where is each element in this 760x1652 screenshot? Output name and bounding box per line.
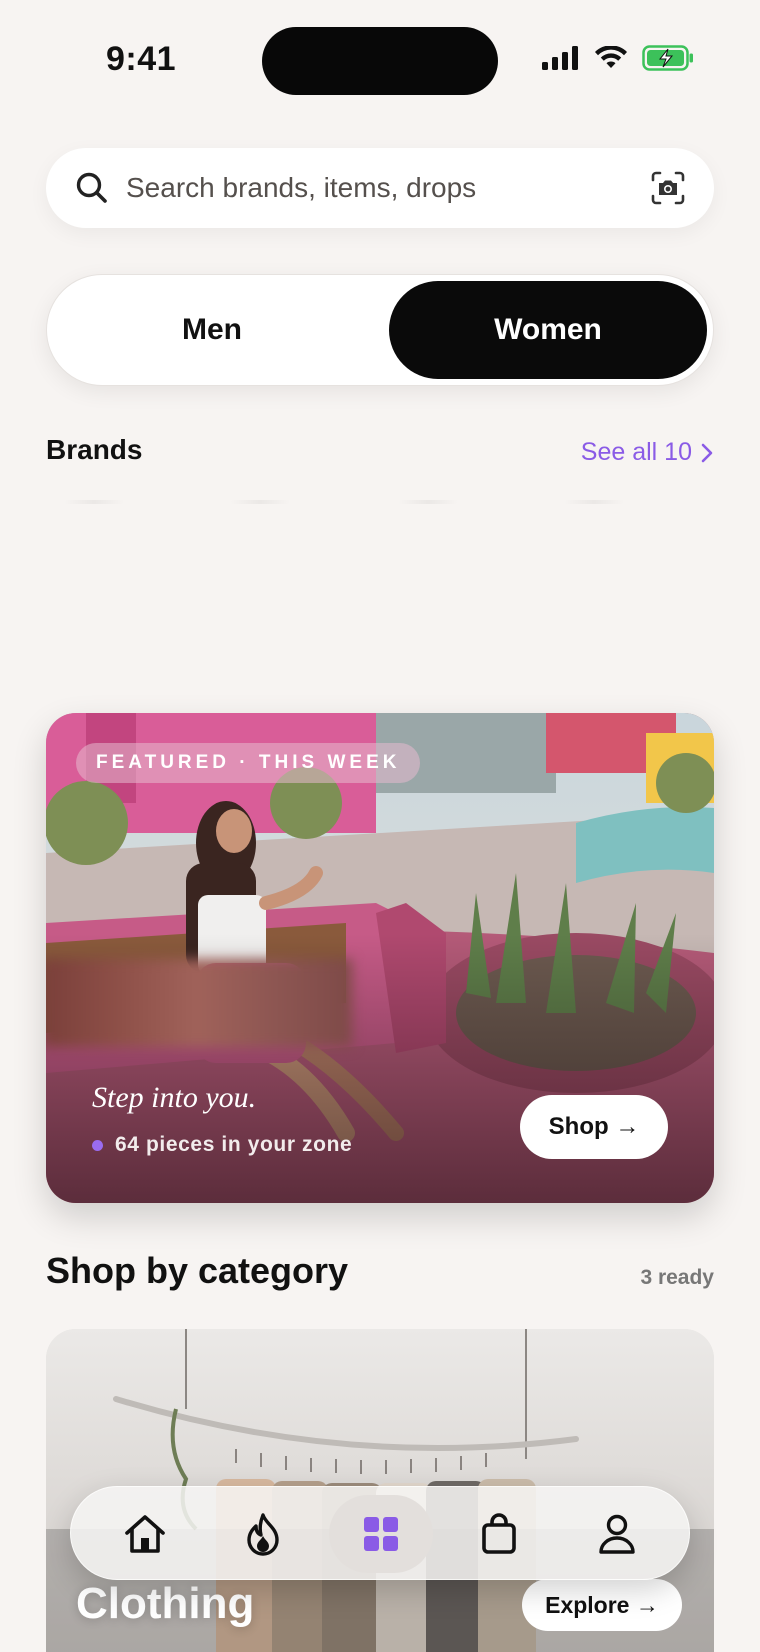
category-heading: Shop by category <box>46 1250 349 1291</box>
status-bar: 9:41 <box>0 0 760 120</box>
category-name: Clothing <box>76 1579 255 1628</box>
brand-placeholder <box>398 500 458 504</box>
shop-button[interactable]: Shop → <box>520 1095 668 1159</box>
tab-trending[interactable] <box>211 1495 315 1573</box>
segment-women[interactable]: Women <box>389 281 707 379</box>
bag-icon <box>482 1513 516 1554</box>
tab-home[interactable] <box>93 1495 197 1573</box>
brand-placeholder <box>230 500 290 504</box>
explore-button[interactable]: Explore → <box>522 1579 682 1631</box>
featured-card[interactable]: FEATURED · THIS WEEK Step into you. 64 p… <box>46 713 714 1203</box>
featured-tagline: Step into you. <box>92 1081 257 1114</box>
meta-dot-icon <box>92 1139 103 1151</box>
see-all-brands-link[interactable]: See all 10 <box>581 438 714 467</box>
search-bar[interactable] <box>46 148 714 228</box>
home-icon <box>125 1515 165 1553</box>
gender-toggle: Men Women <box>46 274 714 386</box>
category-ready-count: 3 ready <box>640 1266 714 1289</box>
flame-icon <box>247 1513 279 1556</box>
brand-placeholder <box>564 500 624 504</box>
segment-men[interactable]: Men <box>53 281 371 379</box>
battery-charging-icon <box>642 45 693 71</box>
dynamic-island <box>262 27 498 95</box>
see-all-label: See all 10 <box>580 438 692 466</box>
grid-icon <box>364 1517 398 1551</box>
brand-logo-redacted <box>46 959 352 1047</box>
cellular-signal-icon <box>542 46 578 70</box>
tab-bag[interactable] <box>447 1495 551 1573</box>
status-time: 9:41 <box>106 40 177 78</box>
search-input[interactable] <box>126 166 646 210</box>
chevron-right-icon <box>701 443 713 462</box>
tab-profile[interactable] <box>565 1495 669 1573</box>
featured-meta: 64 pieces in your zone <box>92 1133 352 1157</box>
brands-heading: Brands <box>46 434 143 465</box>
wifi-icon <box>595 46 627 68</box>
bottom-tab-bar <box>70 1486 690 1580</box>
status-icons <box>542 45 694 71</box>
camera-scan-icon[interactable] <box>650 170 686 206</box>
brands-carousel[interactable] <box>0 500 760 506</box>
featured-badge: FEATURED · THIS WEEK <box>76 743 421 783</box>
brand-placeholder <box>64 500 124 504</box>
featured-meta-text: 64 pieces in your zone <box>115 1133 353 1156</box>
profile-icon <box>599 1514 635 1554</box>
search-icon <box>76 172 107 203</box>
tab-categories[interactable] <box>329 1495 433 1573</box>
